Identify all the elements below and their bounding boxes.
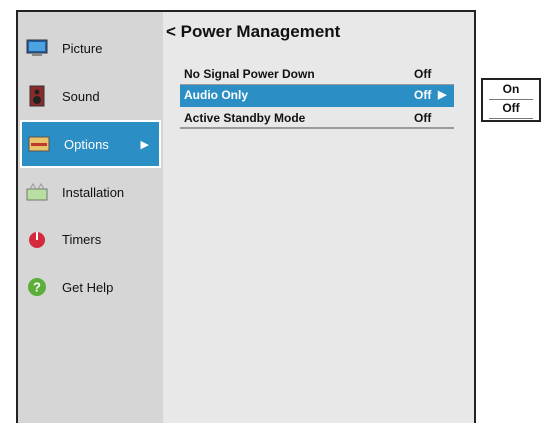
- sidebar-item-label: Picture: [62, 40, 103, 56]
- installation-icon: [26, 183, 48, 201]
- timer-icon: [29, 232, 45, 248]
- help-icon: ?: [28, 278, 46, 296]
- svg-text:?: ?: [33, 280, 41, 295]
- setting-name: Audio Only: [184, 88, 248, 102]
- options-icon: [28, 136, 50, 152]
- page-title: < Power Management: [166, 22, 341, 41]
- sidebar-item-sound[interactable]: Sound: [18, 72, 163, 120]
- sidebar-item-label: Get Help: [62, 279, 114, 295]
- option-on[interactable]: On: [489, 82, 533, 100]
- sidebar-item-timers[interactable]: Timers: [18, 215, 163, 263]
- sidebar: Picture Sound Options ▶ Installation Tim…: [18, 12, 163, 423]
- setting-name: Active Standby Mode: [184, 111, 306, 125]
- setting-name: No Signal Power Down: [184, 67, 315, 81]
- setting-row-active-standby-mode[interactable]: Active Standby Mode Off: [180, 108, 454, 129]
- sidebar-item-label: Options: [64, 136, 109, 152]
- back-arrow-icon[interactable]: <: [166, 22, 176, 41]
- setting-row-audio-only[interactable]: Audio Only Off ▶: [180, 85, 454, 107]
- setting-row-no-signal-power-down[interactable]: No Signal Power Down Off: [180, 64, 454, 85]
- setting-value: Off: [414, 88, 432, 102]
- submenu-arrow-icon: ▶: [438, 89, 447, 101]
- tv-menu-frame: Picture Sound Options ▶ Installation Tim…: [16, 10, 476, 423]
- sidebar-item-label: Timers: [62, 231, 102, 247]
- sidebar-item-options[interactable]: Options ▶: [20, 120, 161, 168]
- options-popup: On Off: [481, 78, 541, 122]
- monitor-icon: [26, 39, 48, 56]
- submenu-arrow-icon: ▶: [140, 138, 149, 151]
- setting-value: Off: [414, 67, 432, 81]
- option-off[interactable]: Off: [489, 101, 533, 119]
- speaker-icon: [29, 85, 45, 107]
- setting-value: Off: [414, 111, 432, 125]
- sidebar-item-label: Sound: [62, 88, 100, 104]
- sidebar-item-installation[interactable]: Installation: [18, 168, 163, 216]
- sidebar-item-picture[interactable]: Picture: [18, 24, 163, 72]
- sidebar-item-get-help[interactable]: ? Get Help: [18, 263, 163, 311]
- sidebar-item-label: Installation: [62, 184, 125, 200]
